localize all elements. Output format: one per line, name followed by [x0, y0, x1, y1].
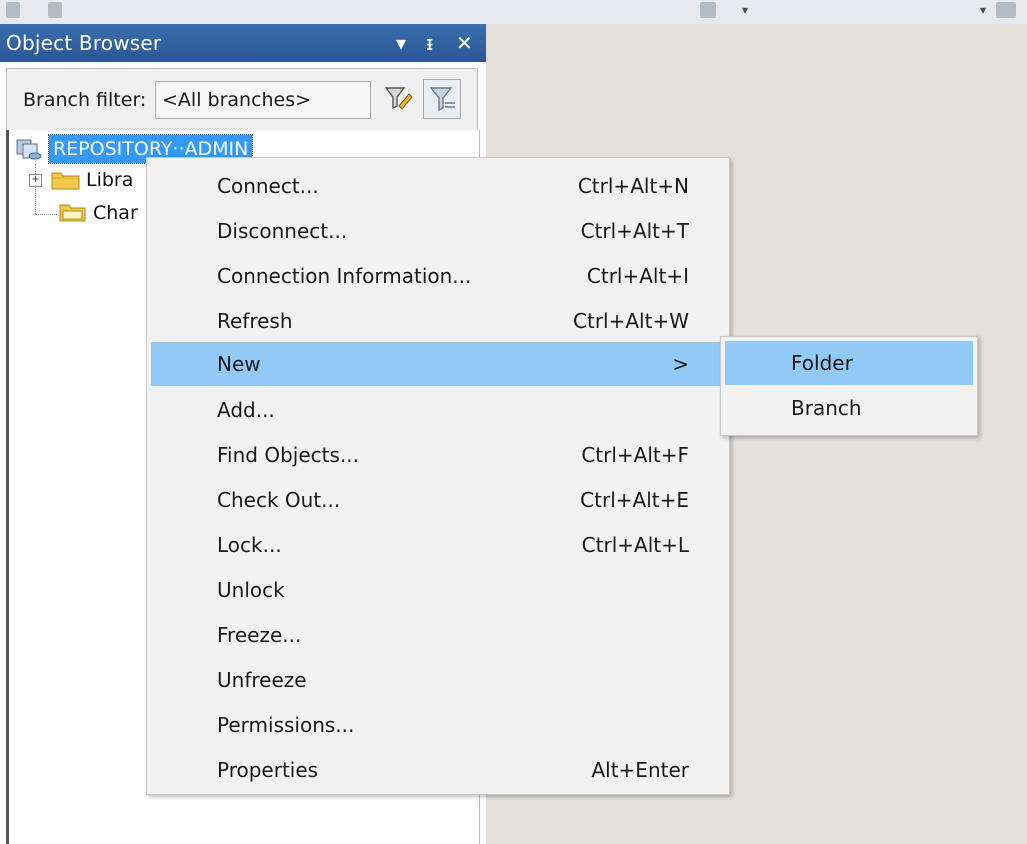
menu-item-label: Unfreeze	[217, 668, 307, 692]
menu-item-refresh[interactable]: Refresh Ctrl+Alt+W	[147, 299, 729, 343]
menu-item-check-out[interactable]: Check Out... Ctrl+Alt+E	[147, 478, 729, 522]
menu-item-shortcut: Ctrl+Alt+E	[580, 488, 689, 512]
toolbar-icon[interactable]	[700, 2, 716, 18]
menu-item-label: Refresh	[217, 309, 293, 333]
filter-edit-icon	[384, 87, 413, 110]
chevron-down-icon[interactable]: ▾	[980, 3, 986, 17]
menu-item-disconnect[interactable]: Disconnect... Ctrl+Alt+T	[147, 209, 729, 253]
tree-item-library[interactable]: + Libra	[29, 168, 133, 192]
menu-item-new[interactable]: New >	[151, 342, 725, 386]
submenu-item-label: Branch	[791, 396, 862, 420]
repository-icon	[16, 139, 42, 160]
chevron-down-icon[interactable]: ▾	[742, 3, 748, 17]
tree-item-label: Char	[93, 202, 138, 224]
menu-item-label: Check Out...	[217, 488, 341, 512]
menu-item-label: Freeze...	[217, 623, 302, 647]
menu-item-label: Properties	[217, 758, 319, 782]
close-icon[interactable]: ✕	[456, 24, 473, 62]
menu-item-shortcut: Alt+Enter	[591, 758, 689, 782]
submenu-item-label: Folder	[791, 351, 853, 375]
menu-item-permissions[interactable]: Permissions...	[147, 703, 729, 747]
apply-filter-button[interactable]	[423, 79, 461, 119]
toolbar-icon[interactable]	[48, 2, 62, 18]
pin-icon[interactable]: ᵻ	[426, 24, 433, 62]
filter-icon	[429, 87, 455, 112]
menu-item-freeze[interactable]: Freeze...	[147, 613, 729, 657]
menu-item-label: Add...	[217, 398, 275, 422]
submenu-arrow-icon: >	[672, 352, 689, 376]
tree-item-changes[interactable]: Char	[57, 200, 138, 226]
menu-item-unfreeze[interactable]: Unfreeze	[147, 658, 729, 702]
panel-title-bar: Object Browser ▾ ᵻ ✕	[0, 24, 486, 62]
tree-item-label: Libra	[86, 169, 134, 191]
menu-item-label: Connection Information...	[217, 264, 472, 288]
menu-item-lock[interactable]: Lock... Ctrl+Alt+L	[147, 523, 729, 567]
menu-item-label: Unlock	[217, 578, 285, 602]
context-menu: Connect... Ctrl+Alt+N Disconnect... Ctrl…	[146, 157, 730, 795]
edit-filter-button[interactable]	[379, 79, 417, 119]
branch-filter-select[interactable]: <All branches>	[155, 81, 371, 119]
expand-icon[interactable]: +	[29, 173, 42, 187]
menu-item-shortcut: Ctrl+Alt+N	[577, 174, 689, 198]
menu-item-add[interactable]: Add...	[147, 388, 729, 432]
menu-item-shortcut: Ctrl+Alt+T	[580, 219, 689, 243]
menu-item-label: Disconnect...	[217, 219, 348, 243]
top-toolbar: ▾ ▾	[0, 0, 1027, 25]
branch-filter-label: Branch filter:	[23, 89, 147, 111]
panel-dropdown-icon[interactable]: ▾	[396, 24, 406, 62]
menu-item-shortcut: Ctrl+Alt+L	[581, 533, 689, 557]
menu-item-label: Lock...	[217, 533, 282, 557]
panel-title: Object Browser	[6, 31, 162, 55]
menu-item-shortcut: Ctrl+Alt+F	[581, 443, 689, 467]
tree-connector	[35, 214, 57, 215]
menu-item-label: Find Objects...	[217, 443, 359, 467]
new-submenu: Folder Branch	[720, 336, 978, 436]
menu-item-properties[interactable]: Properties Alt+Enter	[147, 748, 729, 792]
toolbar-icon[interactable]	[996, 2, 1016, 18]
folder-icon	[51, 172, 80, 190]
menu-item-find-objects[interactable]: Find Objects... Ctrl+Alt+F	[147, 433, 729, 477]
menu-item-connect[interactable]: Connect... Ctrl+Alt+N	[147, 164, 729, 208]
menu-item-unlock[interactable]: Unlock	[147, 568, 729, 612]
submenu-item-branch[interactable]: Branch	[725, 386, 973, 430]
menu-item-connection-information[interactable]: Connection Information... Ctrl+Alt+I	[147, 254, 729, 298]
submenu-item-folder[interactable]: Folder	[725, 341, 973, 385]
menu-item-label: Connect...	[217, 174, 319, 198]
menu-item-shortcut: Ctrl+Alt+W	[573, 309, 689, 333]
menu-item-label: New	[217, 352, 261, 376]
toolbar-icon[interactable]	[6, 2, 20, 18]
menu-item-label: Permissions...	[217, 713, 355, 737]
menu-item-shortcut: Ctrl+Alt+I	[586, 264, 689, 288]
folder-open-icon	[59, 204, 86, 222]
